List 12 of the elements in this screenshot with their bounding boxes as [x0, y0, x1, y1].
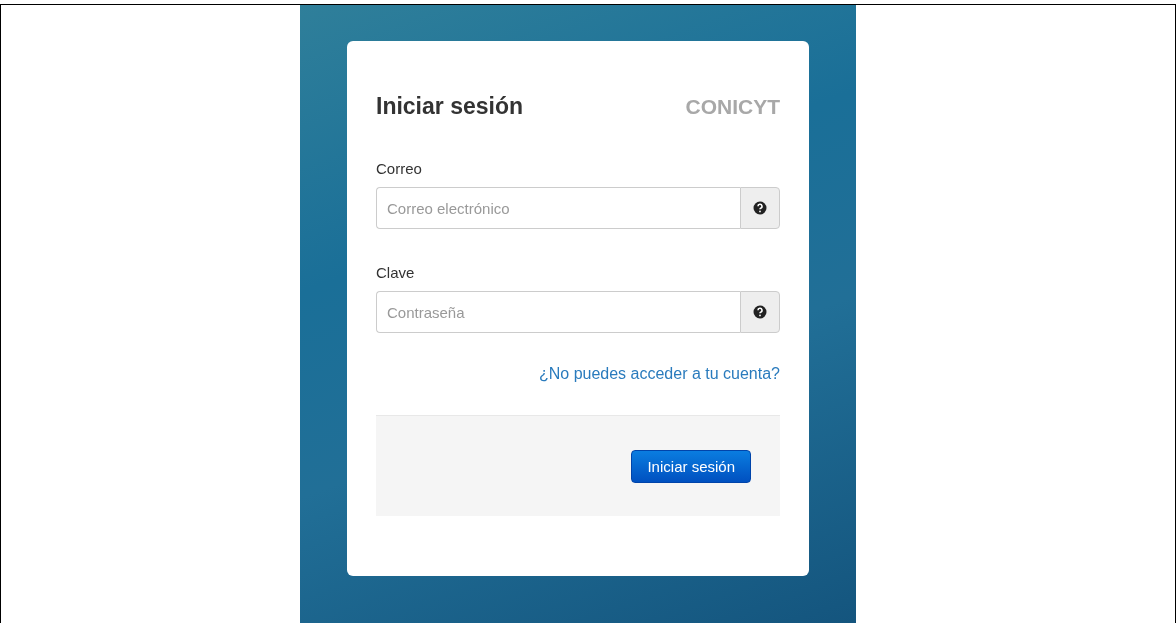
help-button[interactable] [740, 291, 780, 333]
help-button[interactable] [740, 187, 780, 229]
field-label: Clave [376, 264, 416, 281]
brand-logo-text: CONICYT [685, 94, 780, 119]
input-field[interactable]: Contraseña [376, 291, 740, 333]
help-icon [753, 201, 767, 215]
field-label: Correo [376, 160, 423, 177]
login-title: Iniciar sesión [376, 93, 523, 120]
forgot-account-link[interactable]: ¿No puedes acceder a tu cuenta? [538, 365, 780, 383]
login-button[interactable]: Iniciar sesión [631, 449, 751, 483]
input-field[interactable]: Correo electrónico [376, 187, 740, 229]
help-icon [753, 305, 767, 319]
